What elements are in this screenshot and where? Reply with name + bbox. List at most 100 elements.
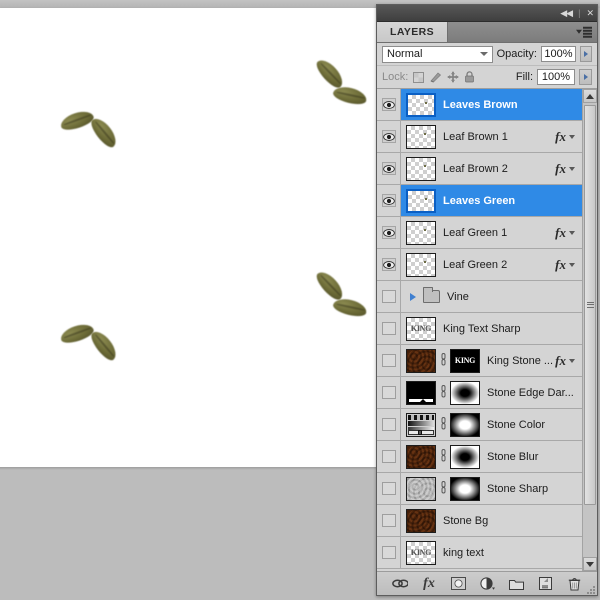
layer-name[interactable]: king text bbox=[443, 547, 575, 559]
scrollbar-thumb[interactable] bbox=[584, 105, 596, 505]
layer-visibility-toggle[interactable] bbox=[377, 473, 401, 504]
layer-visibility-toggle[interactable] bbox=[377, 121, 401, 152]
layer-name[interactable]: King Text Sharp bbox=[443, 323, 575, 335]
fill-stepper[interactable] bbox=[579, 69, 592, 85]
layer-visibility-toggle[interactable] bbox=[377, 537, 401, 568]
layer-name[interactable]: Leaf Green 2 bbox=[443, 259, 555, 271]
mask-link-icon[interactable] bbox=[439, 480, 447, 497]
layers-scrollbar[interactable] bbox=[582, 89, 597, 571]
layer-row[interactable]: Leaf Green 1 fx bbox=[377, 217, 582, 249]
opacity-input[interactable]: 100% bbox=[540, 46, 576, 62]
layer-row[interactable]: Leaves Green bbox=[377, 185, 582, 217]
layer-thumbnail[interactable] bbox=[406, 508, 436, 533]
layer-row[interactable]: Stone Blur bbox=[377, 441, 582, 473]
layer-visibility-toggle[interactable] bbox=[377, 377, 401, 408]
delete-layer-icon[interactable] bbox=[566, 576, 582, 592]
layer-mask-thumbnail[interactable] bbox=[450, 412, 480, 437]
new-layer-icon[interactable] bbox=[537, 576, 553, 592]
layer-list[interactable]: Leaves Brown Leaf Brown 1 fx Leaf Brown 2 fx… bbox=[377, 89, 582, 571]
add-layer-style-icon[interactable]: fx bbox=[421, 576, 437, 592]
mask-link-icon[interactable] bbox=[439, 416, 447, 433]
layer-thumbnail[interactable] bbox=[406, 92, 436, 117]
lock-all-icon[interactable] bbox=[463, 71, 476, 84]
layer-thumbnail[interactable] bbox=[406, 220, 436, 245]
document-canvas[interactable] bbox=[0, 8, 376, 467]
scroll-down-button[interactable] bbox=[583, 557, 597, 571]
layer-thumbnail[interactable] bbox=[406, 444, 436, 469]
tab-layers[interactable]: LAYERS bbox=[377, 22, 449, 42]
layer-visibility-toggle[interactable] bbox=[377, 505, 401, 536]
layer-mask-thumbnail[interactable] bbox=[450, 444, 480, 469]
layer-name[interactable]: Stone Sharp bbox=[487, 483, 575, 495]
layer-mask-thumbnail[interactable] bbox=[450, 476, 480, 501]
layer-visibility-toggle[interactable] bbox=[377, 153, 401, 184]
layer-thumbnail[interactable] bbox=[406, 380, 436, 405]
layer-name[interactable]: Leaf Brown 2 bbox=[443, 163, 555, 175]
scrollbar-track[interactable] bbox=[583, 103, 597, 557]
layer-visibility-toggle[interactable] bbox=[377, 313, 401, 344]
add-layer-mask-icon[interactable] bbox=[450, 576, 466, 592]
layer-name[interactable]: King Stone ... bbox=[487, 355, 555, 367]
layer-row[interactable]: Leaf Brown 2 fx bbox=[377, 153, 582, 185]
layer-thumbnail[interactable] bbox=[406, 476, 436, 501]
resize-grip-icon[interactable] bbox=[586, 585, 595, 594]
layer-row[interactable]: KING King Stone ... fx bbox=[377, 345, 582, 377]
blend-mode-select[interactable]: Normal bbox=[382, 45, 493, 63]
close-icon[interactable]: ✕ bbox=[586, 8, 593, 18]
layer-thumbnail[interactable] bbox=[406, 124, 436, 149]
layer-name[interactable]: Leaves Brown bbox=[443, 99, 575, 111]
chevron-down-icon[interactable] bbox=[569, 262, 575, 267]
layer-visibility-toggle[interactable] bbox=[377, 441, 401, 472]
layer-visibility-toggle[interactable] bbox=[377, 345, 401, 376]
layer-thumbnail[interactable] bbox=[406, 412, 436, 437]
layer-effects-icon[interactable]: fx bbox=[555, 257, 569, 273]
group-expand-arrow-icon[interactable] bbox=[410, 292, 416, 301]
layer-name[interactable]: Vine bbox=[447, 291, 575, 303]
layer-thumbnail[interactable] bbox=[406, 252, 436, 277]
new-group-icon[interactable] bbox=[508, 576, 524, 592]
layer-thumbnail[interactable] bbox=[406, 188, 436, 213]
layer-name[interactable]: Stone Color bbox=[487, 419, 575, 431]
layer-thumbnail[interactable]: KING bbox=[406, 316, 436, 341]
layer-name[interactable]: Leaf Brown 1 bbox=[443, 131, 555, 143]
layer-row[interactable]: KING King Text Sharp bbox=[377, 313, 582, 345]
chevron-down-icon[interactable] bbox=[569, 166, 575, 171]
layer-effects-icon[interactable]: fx bbox=[555, 225, 569, 241]
layer-row[interactable]: Stone Edge Dar... bbox=[377, 377, 582, 409]
layer-thumbnail[interactable] bbox=[406, 348, 436, 373]
layer-effects-icon[interactable]: fx bbox=[555, 129, 569, 145]
mask-link-icon[interactable] bbox=[439, 384, 447, 401]
layer-visibility-toggle[interactable] bbox=[377, 281, 401, 312]
new-adjustment-layer-icon[interactable] bbox=[479, 576, 495, 592]
layer-thumbnail[interactable]: KING bbox=[406, 540, 436, 565]
opacity-stepper[interactable] bbox=[579, 46, 592, 62]
mask-link-icon[interactable] bbox=[439, 448, 447, 465]
layer-name[interactable]: Stone Edge Dar... bbox=[487, 387, 575, 399]
layer-row[interactable]: Stone Sharp bbox=[377, 473, 582, 505]
layer-name[interactable]: Stone Blur bbox=[487, 451, 575, 463]
lock-transparent-pixels-icon[interactable] bbox=[412, 71, 425, 84]
layer-visibility-toggle[interactable] bbox=[377, 409, 401, 440]
layer-name[interactable]: Leaves Green bbox=[443, 195, 575, 207]
layer-effects-icon[interactable]: fx bbox=[555, 353, 569, 369]
lock-image-pixels-icon[interactable] bbox=[429, 71, 442, 84]
layer-visibility-toggle[interactable] bbox=[377, 185, 401, 216]
layer-name[interactable]: Leaf Green 1 bbox=[443, 227, 555, 239]
collapse-panel-icon[interactable]: ◀◀ bbox=[560, 8, 573, 18]
layer-row[interactable]: Leaves Brown bbox=[377, 89, 582, 121]
mask-link-icon[interactable] bbox=[439, 352, 447, 369]
chevron-down-icon[interactable] bbox=[569, 358, 575, 363]
panel-menu-icon[interactable] bbox=[576, 26, 592, 38]
lock-position-icon[interactable] bbox=[446, 71, 459, 84]
layer-visibility-toggle[interactable] bbox=[377, 89, 401, 120]
chevron-down-icon[interactable] bbox=[569, 230, 575, 235]
layer-visibility-toggle[interactable] bbox=[377, 249, 401, 280]
layer-mask-thumbnail[interactable]: KING bbox=[450, 348, 480, 373]
layer-row[interactable]: Stone Color bbox=[377, 409, 582, 441]
layer-visibility-toggle[interactable] bbox=[377, 217, 401, 248]
layer-name[interactable]: Stone Bg bbox=[443, 515, 575, 527]
layer-row[interactable]: Leaf Green 2 fx bbox=[377, 249, 582, 281]
layer-row[interactable]: Stone Bg bbox=[377, 505, 582, 537]
link-layers-icon[interactable] bbox=[392, 576, 408, 592]
layer-effects-icon[interactable]: fx bbox=[555, 161, 569, 177]
